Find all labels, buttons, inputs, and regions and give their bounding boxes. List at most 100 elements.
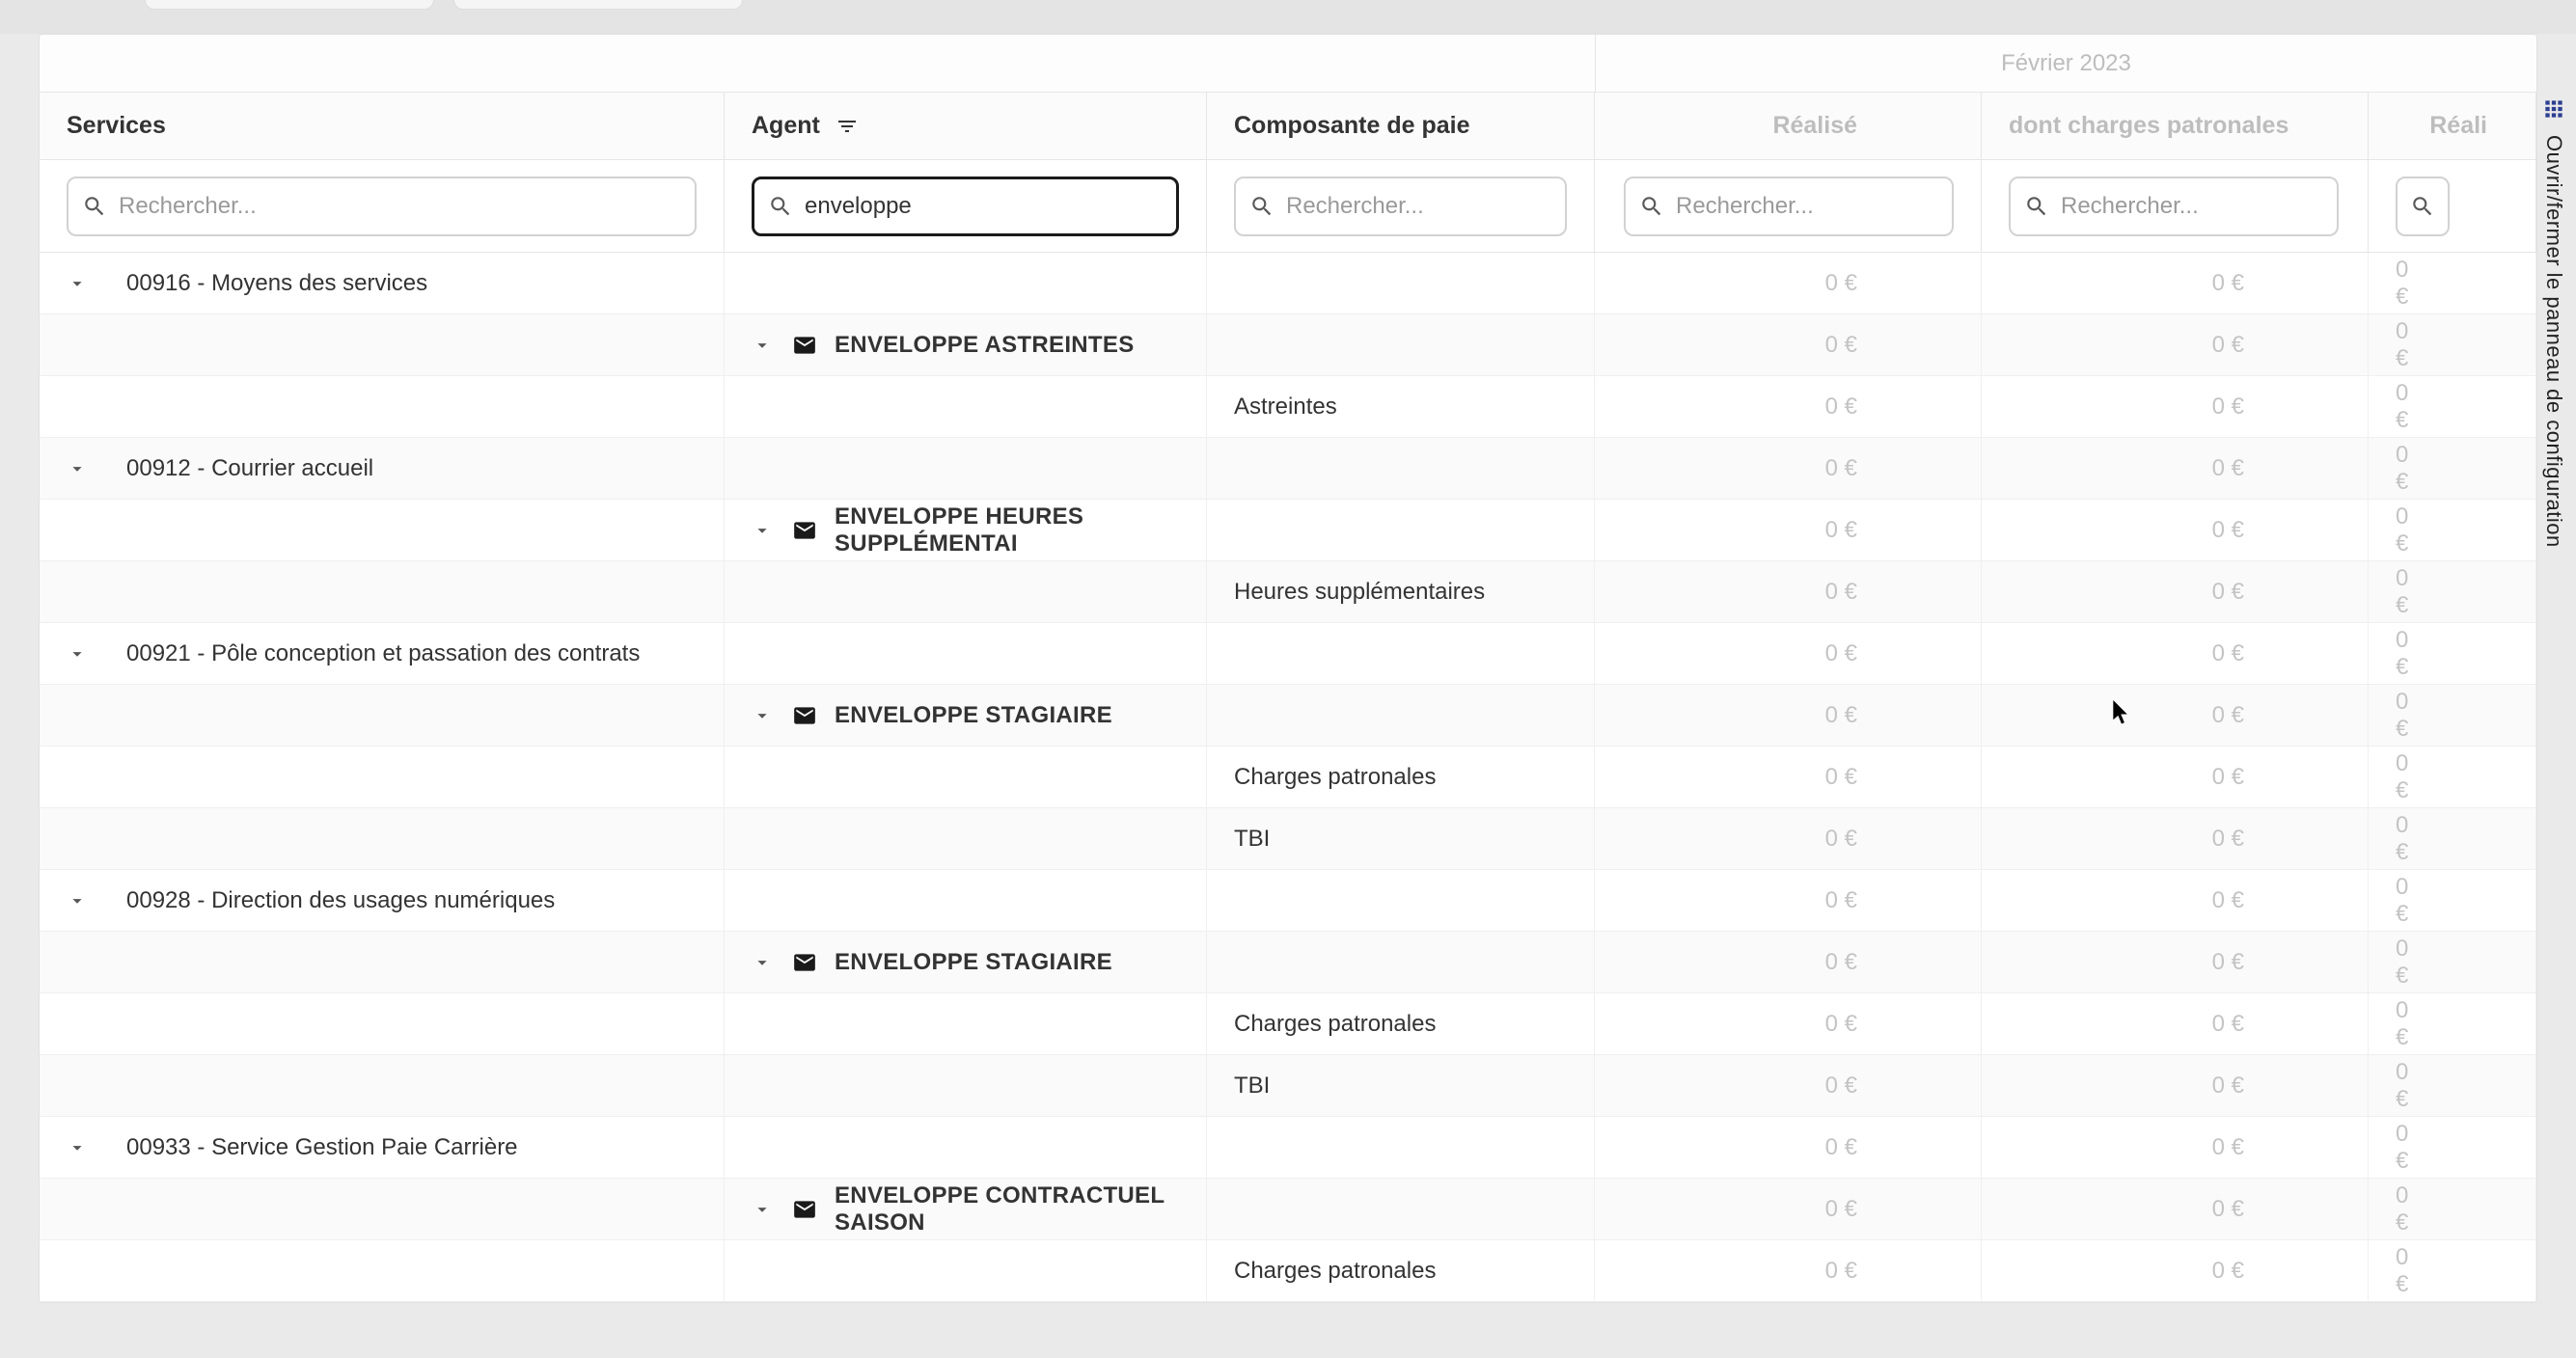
cell-realise: 0 € [1595, 1240, 1982, 1301]
service-label: 00912 - Courrier accueil [126, 455, 373, 482]
period-label: Février 2023 [1595, 35, 2536, 92]
service-row[interactable]: 00921 - Pôle conception et passation des… [40, 623, 2536, 685]
data-table: Février 2023 Services Agent Composante d… [39, 34, 2537, 1303]
agent-row[interactable]: ENVELOPPE ASTREINTES0 €0 €0 € [40, 314, 2536, 376]
ghost-tab [453, 0, 743, 10]
col-header-agent-label: Agent [752, 112, 820, 140]
cell-charges: 0 € [1982, 1055, 2369, 1116]
search-input-agent[interactable] [805, 193, 1163, 220]
col-header-charges[interactable]: dont charges patronales [1982, 93, 2369, 159]
apps-icon [2541, 96, 2566, 122]
search-agent[interactable] [752, 177, 1179, 236]
chevron-down-icon[interactable] [752, 952, 773, 973]
service-row[interactable]: 00916 - Moyens des services0 €0 €0 € [40, 253, 2536, 314]
chevron-down-icon[interactable] [67, 273, 88, 294]
composante-row[interactable]: TBI0 €0 €0 € [40, 1055, 2536, 1117]
search-icon [1639, 194, 1664, 219]
cell-realise2: 0 € [2369, 314, 2536, 375]
cell-charges: 0 € [1982, 623, 2369, 684]
cell-charges: 0 € [1982, 932, 2369, 992]
cell-charges: 0 € [1982, 253, 2369, 313]
config-panel-toggle[interactable]: Ouvrir/fermer le panneau de configuratio… [2537, 96, 2570, 548]
cell-charges: 0 € [1982, 314, 2369, 375]
composante-row[interactable]: Charges patronales0 €0 €0 € [40, 1240, 2536, 1302]
composante-row[interactable]: Astreintes0 €0 €0 € [40, 376, 2536, 438]
service-row[interactable]: 00933 - Service Gestion Paie Carrière 0 €… [40, 1117, 2536, 1179]
cell-realise: 0 € [1595, 1055, 1982, 1116]
config-panel-label: Ouvrir/fermer le panneau de configuratio… [2541, 135, 2566, 548]
filter-icon[interactable] [836, 115, 859, 138]
cell-charges: 0 € [1982, 561, 2369, 622]
col-header-realise[interactable]: Réalisé [1595, 93, 1982, 159]
cursor-icon [2113, 700, 2130, 725]
search-input-realise[interactable] [1676, 193, 1938, 220]
cell-realise: 0 € [1595, 747, 1982, 807]
cell-realise: 0 € [1595, 438, 1982, 499]
agent-label: ENVELOPPE CONTRACTUEL SAISON [835, 1182, 1179, 1236]
cell-charges: 0 € [1982, 1240, 2369, 1301]
chevron-down-icon[interactable] [752, 335, 773, 356]
cell-realise2: 0 € [2369, 1179, 2536, 1239]
search-input-services[interactable] [119, 193, 681, 220]
cell-realise: 0 € [1595, 685, 1982, 746]
agent-label: ENVELOPPE ASTREINTES [835, 332, 1135, 359]
cell-realise2: 0 € [2369, 623, 2536, 684]
cell-realise: 0 € [1595, 623, 1982, 684]
composante-row[interactable]: Heures supplémentaires0 €0 €0 € [40, 561, 2536, 623]
period-header-row: Février 2023 [40, 35, 2536, 93]
chevron-down-icon[interactable] [67, 890, 88, 911]
service-label: 00928 - Direction des usages numériques [126, 887, 555, 914]
chevron-down-icon[interactable] [752, 520, 773, 541]
cell-realise: 0 € [1595, 314, 1982, 375]
col-header-composante[interactable]: Composante de paie [1207, 93, 1595, 159]
chevron-down-icon[interactable] [67, 643, 88, 665]
chevron-down-icon[interactable] [67, 1137, 88, 1158]
agent-row[interactable]: ENVELOPPE HEURES SUPPLÉMENTAI0 €0 €0 € [40, 500, 2536, 561]
service-row[interactable]: 00912 - Courrier accueil0 €0 €0 € [40, 438, 2536, 500]
composante-row[interactable]: TBI0 €0 €0 € [40, 808, 2536, 870]
col-header-services[interactable]: Services [40, 93, 725, 159]
agent-label: ENVELOPPE STAGIAIRE [835, 702, 1112, 729]
cell-charges: 0 € [1982, 500, 2369, 560]
cell-realise: 0 € [1595, 500, 1982, 560]
composante-label: Charges patronales [1234, 1258, 1436, 1285]
composante-label: Heures supplémentaires [1234, 579, 1485, 606]
cell-realise2: 0 € [2369, 1055, 2536, 1116]
cell-realise2: 0 € [2369, 685, 2536, 746]
service-row[interactable]: 00928 - Direction des usages numériques0… [40, 870, 2536, 932]
col-header-realise2[interactable]: Réali [2369, 93, 2536, 159]
cell-charges: 0 € [1982, 438, 2369, 499]
col-header-agent[interactable]: Agent [725, 93, 1207, 159]
search-charges[interactable] [2009, 177, 2339, 236]
service-label: 00921 - Pôle conception et passation des… [126, 640, 640, 667]
search-realise[interactable] [1624, 177, 1954, 236]
agent-row[interactable]: ENVELOPPE STAGIAIRE0 €0 €0 € [40, 685, 2536, 747]
chevron-down-icon[interactable] [752, 705, 773, 726]
search-input-composante[interactable] [1286, 193, 1551, 220]
search-icon [82, 194, 107, 219]
composante-row[interactable]: Charges patronales0 €0 €0 € [40, 747, 2536, 808]
cell-realise: 0 € [1595, 561, 1982, 622]
cell-realise: 0 € [1595, 1117, 1982, 1178]
cell-charges: 0 € [1982, 685, 2369, 746]
cell-realise2: 0 € [2369, 932, 2536, 992]
agent-label: ENVELOPPE HEURES SUPPLÉMENTAI [835, 503, 1179, 557]
search-input-charges[interactable] [2061, 193, 2323, 220]
composante-label: TBI [1234, 826, 1270, 853]
chevron-down-icon[interactable] [752, 1199, 773, 1220]
search-composante[interactable] [1234, 177, 1567, 236]
search-realise2[interactable] [2396, 177, 2450, 236]
cell-charges: 0 € [1982, 808, 2369, 869]
agent-row[interactable]: ENVELOPPE STAGIAIRE0 €0 €0 € [40, 932, 2536, 993]
service-label: 00933 - Service Gestion Paie Carrière [126, 1134, 518, 1161]
cell-realise: 0 € [1595, 1179, 1982, 1239]
agent-row[interactable]: ENVELOPPE CONTRACTUEL SAISON0 €0 €0 € [40, 1179, 2536, 1240]
cell-realise2: 0 € [2369, 808, 2536, 869]
chevron-down-icon[interactable] [67, 458, 88, 479]
composante-row[interactable]: Charges patronales0 €0 €0 € [40, 993, 2536, 1055]
search-services[interactable] [67, 177, 697, 236]
agent-label: ENVELOPPE STAGIAIRE [835, 949, 1112, 976]
search-icon [2024, 194, 2049, 219]
cell-realise2: 0 € [2369, 1117, 2536, 1178]
cell-realise2: 0 € [2369, 993, 2536, 1054]
